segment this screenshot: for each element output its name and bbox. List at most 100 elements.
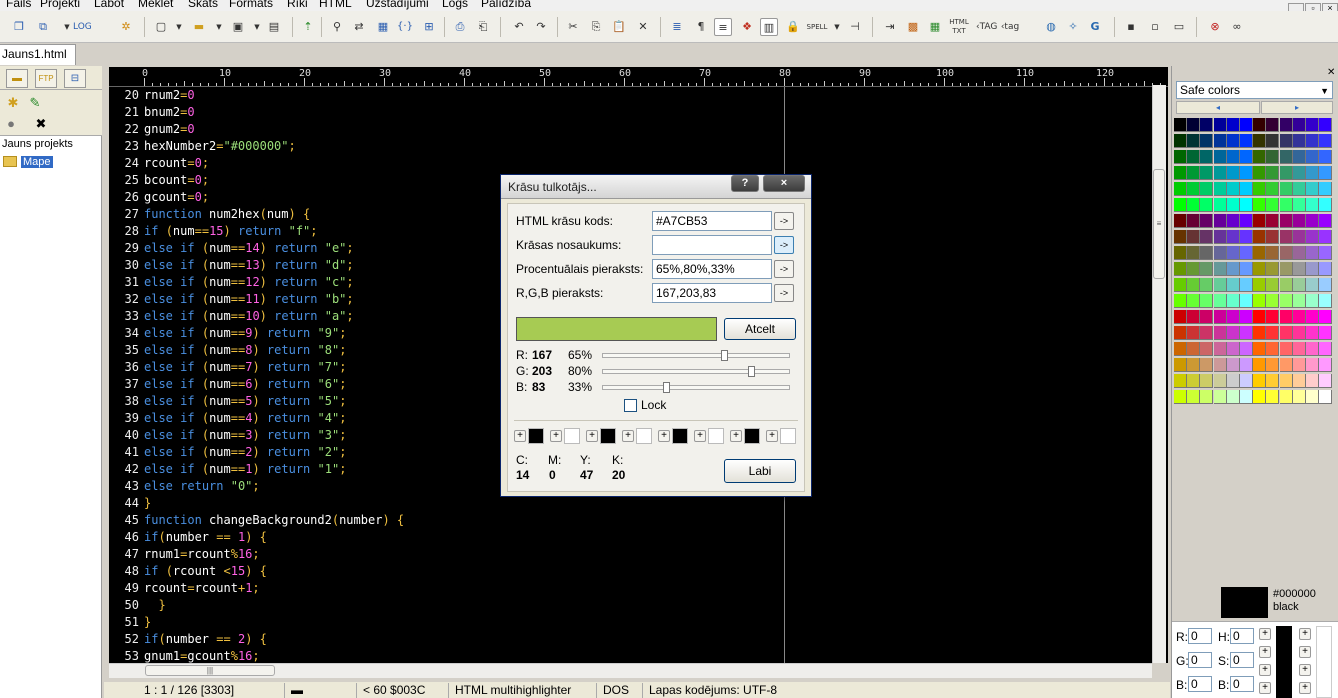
color-swatch[interactable] bbox=[1174, 150, 1187, 164]
add-color-button[interactable]: + bbox=[1259, 628, 1271, 640]
window-tab-icon[interactable]: ⊟ bbox=[64, 69, 86, 88]
code-line[interactable]: rcount=rcount+1; bbox=[144, 580, 260, 597]
color-swatch[interactable] bbox=[1200, 374, 1214, 388]
color-swatch[interactable] bbox=[1279, 294, 1293, 308]
color-swatch[interactable] bbox=[1174, 198, 1187, 212]
upload-icon[interactable]: ⇡ bbox=[299, 18, 317, 36]
color-swatch[interactable] bbox=[1174, 342, 1187, 356]
menu-html[interactable]: HTML bbox=[319, 0, 352, 10]
color-swatch[interactable] bbox=[1306, 118, 1319, 132]
tab-jauns1[interactable]: Jauns1.html bbox=[0, 44, 76, 65]
color-swatch[interactable] bbox=[1306, 278, 1319, 292]
preview-icon[interactable]: ▦ bbox=[374, 18, 392, 36]
new-file-icon[interactable]: ▢ bbox=[152, 18, 170, 36]
indent-icon[interactable]: ⇥ bbox=[881, 18, 899, 36]
color-swatch[interactable] bbox=[1240, 246, 1253, 260]
color-swatch[interactable] bbox=[1279, 134, 1293, 148]
delete-icon[interactable]: ✕ bbox=[634, 18, 652, 36]
color-swatch[interactable] bbox=[1187, 246, 1201, 260]
add-color-button[interactable]: + bbox=[1259, 646, 1271, 658]
color-swatch[interactable] bbox=[1240, 134, 1253, 148]
color-swatch[interactable] bbox=[1319, 310, 1333, 324]
code-line[interactable]: else if (num==13) return "d"; bbox=[144, 257, 354, 274]
color-swatch-grid[interactable] bbox=[1174, 118, 1334, 406]
menu-help[interactable]: Palīdzība bbox=[481, 0, 531, 10]
color-swatch[interactable] bbox=[1213, 278, 1227, 292]
code-line[interactable]: hexNumber2="#000000"; bbox=[144, 138, 296, 155]
color-swatch[interactable] bbox=[1279, 198, 1293, 212]
columns-icon[interactable]: ▥ bbox=[760, 18, 778, 36]
color-swatch[interactable] bbox=[1240, 198, 1253, 212]
color-swatch[interactable] bbox=[1213, 166, 1227, 180]
color-swatch[interactable] bbox=[1292, 374, 1306, 388]
next-palette-button[interactable]: ▸ bbox=[1261, 101, 1333, 114]
color-swatch[interactable] bbox=[1266, 214, 1280, 228]
color-swatch[interactable] bbox=[1253, 182, 1267, 196]
color-swatch[interactable] bbox=[1226, 214, 1240, 228]
color-swatch[interactable] bbox=[1306, 310, 1319, 324]
color-swatch[interactable] bbox=[1266, 342, 1280, 356]
color-swatch[interactable] bbox=[1174, 214, 1187, 228]
color-swatch[interactable] bbox=[1240, 118, 1253, 132]
color-swatch[interactable] bbox=[1240, 182, 1253, 196]
stored-color-swatch[interactable] bbox=[780, 428, 796, 444]
cancel-button[interactable]: Atcelt bbox=[724, 318, 796, 340]
color-swatch[interactable] bbox=[1292, 182, 1306, 196]
paste-icon[interactable]: 📋 bbox=[610, 18, 628, 36]
code-line[interactable]: if (rcount <15) { bbox=[144, 563, 267, 580]
save-icon[interactable]: ▣ bbox=[229, 18, 247, 36]
open-dropdown-icon[interactable]: ▼ bbox=[210, 18, 228, 36]
color-swatch[interactable] bbox=[1253, 358, 1267, 372]
wrap-icon[interactable]: ≣ bbox=[668, 18, 686, 36]
color-swatch[interactable] bbox=[1306, 230, 1319, 244]
color-swatch[interactable] bbox=[1200, 182, 1214, 196]
color-swatch[interactable] bbox=[1292, 390, 1306, 404]
h-input[interactable]: 0 bbox=[1230, 628, 1254, 644]
color-swatch[interactable] bbox=[1200, 150, 1214, 164]
menu-search[interactable]: Meklēt bbox=[138, 0, 173, 10]
color-swatch[interactable] bbox=[1319, 182, 1333, 196]
color-swatch[interactable] bbox=[1240, 358, 1253, 372]
line-ending[interactable]: DOS bbox=[596, 683, 629, 698]
add-color-button[interactable]: + bbox=[1299, 628, 1311, 640]
color-swatch[interactable] bbox=[1187, 198, 1201, 212]
green-slider[interactable] bbox=[602, 366, 790, 377]
color-swatch[interactable] bbox=[1240, 278, 1253, 292]
color-swatch[interactable] bbox=[1292, 134, 1306, 148]
color-swatch[interactable] bbox=[1213, 262, 1227, 276]
color-swatch[interactable] bbox=[1200, 326, 1214, 340]
color-swatch[interactable] bbox=[1306, 198, 1319, 212]
code-line[interactable]: rnum2=0 bbox=[144, 87, 195, 104]
color-swatch[interactable] bbox=[1306, 390, 1319, 404]
html-code-convert-button[interactable]: -> bbox=[774, 212, 794, 230]
color-swatch[interactable] bbox=[1306, 182, 1319, 196]
color-swatch[interactable] bbox=[1240, 230, 1253, 244]
code-line[interactable]: else if (num==10) return "a"; bbox=[144, 308, 354, 325]
lock-checkbox[interactable]: Lock bbox=[624, 398, 666, 413]
color-swatch[interactable] bbox=[1174, 294, 1187, 308]
package-icon[interactable]: ▩ bbox=[904, 18, 922, 36]
color-swatch[interactable] bbox=[1200, 230, 1214, 244]
color-swatch[interactable] bbox=[1187, 118, 1201, 132]
color-swatch[interactable] bbox=[1226, 390, 1240, 404]
color-swatch[interactable] bbox=[1319, 294, 1333, 308]
wand-icon[interactable]: ✧ bbox=[1064, 18, 1082, 36]
color-swatch[interactable] bbox=[1213, 246, 1227, 260]
prev-palette-button[interactable]: ◂ bbox=[1176, 101, 1260, 114]
google-icon[interactable]: G bbox=[1086, 18, 1104, 36]
color-swatch[interactable] bbox=[1187, 230, 1201, 244]
color-swatch[interactable] bbox=[1213, 134, 1227, 148]
color-swatch[interactable] bbox=[1319, 134, 1333, 148]
add-color-button[interactable]: + bbox=[1299, 646, 1311, 658]
color-swatch[interactable] bbox=[1319, 118, 1333, 132]
color-swatch[interactable] bbox=[1253, 390, 1267, 404]
new-project-icon[interactable]: ✱ bbox=[4, 94, 22, 112]
color-swatch[interactable] bbox=[1292, 246, 1306, 260]
color-swatch[interactable] bbox=[1200, 118, 1214, 132]
encoding[interactable]: Lapas kodējums: UTF-8 bbox=[642, 683, 777, 698]
menu-file[interactable]: Fails bbox=[6, 0, 31, 10]
open-tab-icon[interactable]: ⧉ bbox=[34, 18, 52, 36]
menu-view[interactable]: Skats bbox=[188, 0, 218, 10]
color-swatch[interactable] bbox=[1174, 262, 1187, 276]
s-input[interactable]: 0 bbox=[1230, 652, 1254, 668]
